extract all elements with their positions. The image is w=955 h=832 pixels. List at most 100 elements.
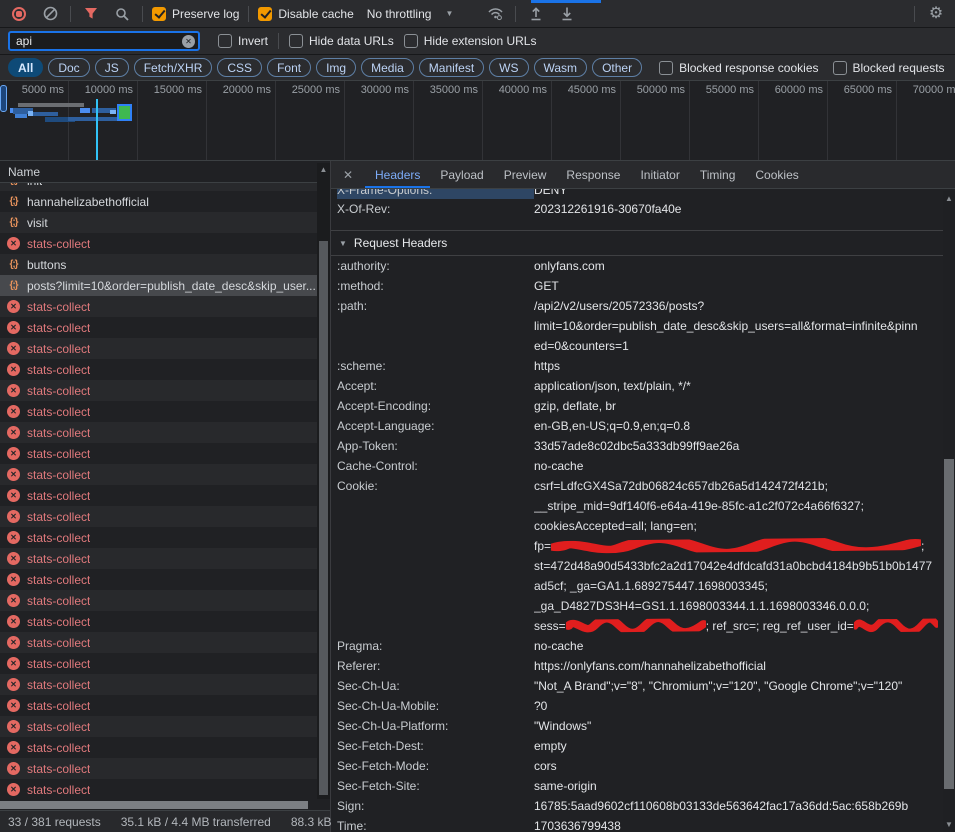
request-row[interactable]: stats-collect [0, 758, 330, 779]
scroll-down-icon[interactable]: ▼ [943, 820, 955, 829]
record-button[interactable] [8, 3, 30, 25]
request-row[interactable]: stats-collect [0, 737, 330, 758]
request-row[interactable]: posts?limit=10&order=publish_date_desc&s… [0, 275, 330, 296]
details-tab[interactable]: Cookies [745, 161, 808, 188]
type-filter-pill[interactable]: WS [489, 58, 528, 77]
request-row[interactable]: stats-collect [0, 527, 330, 548]
type-filter-pill[interactable]: JS [95, 58, 129, 77]
type-filter-pill[interactable]: Doc [48, 58, 89, 77]
request-type-icon [7, 594, 20, 607]
details-tab[interactable]: Headers [365, 161, 430, 188]
request-row[interactable]: stats-collect [0, 653, 330, 674]
request-row[interactable]: stats-collect [0, 485, 330, 506]
preserve-log-checkbox[interactable] [152, 7, 166, 21]
name-column-header[interactable]: Name [0, 161, 330, 183]
details-tab[interactable]: Initiator [630, 161, 689, 188]
request-row[interactable]: stats-collect [0, 296, 330, 317]
request-row[interactable]: init [0, 183, 330, 191]
clear-button[interactable] [39, 3, 61, 25]
details-tab[interactable]: Response [556, 161, 630, 188]
type-filter-pill[interactable]: Manifest [419, 58, 484, 77]
invert-checkbox[interactable] [218, 34, 232, 48]
header-row: Sec-Fetch-Mode: cors [331, 756, 955, 776]
request-row[interactable]: stats-collect [0, 317, 330, 338]
horizontal-scrollbar-thumb[interactable] [0, 801, 308, 809]
request-row[interactable]: stats-collect [0, 611, 330, 632]
request-row[interactable]: stats-collect [0, 422, 330, 443]
request-type-icon [7, 783, 20, 796]
blocked-cookies-checkbox[interactable] [659, 61, 673, 75]
horizontal-scrollbar[interactable] [0, 800, 330, 810]
filter-toggle-button[interactable] [80, 3, 102, 25]
import-har-button[interactable] [525, 3, 547, 25]
request-row[interactable]: stats-collect [0, 674, 330, 695]
request-name: stats-collect [27, 300, 90, 314]
request-row[interactable]: stats-collect [0, 590, 330, 611]
request-list-scrollbar-thumb[interactable] [319, 241, 328, 795]
header-name: Sign: [337, 796, 534, 816]
request-name: stats-collect [27, 426, 90, 440]
request-row[interactable]: buttons [0, 254, 330, 275]
request-row[interactable]: stats-collect [0, 359, 330, 380]
hide-extension-urls-checkbox[interactable] [404, 34, 418, 48]
request-row[interactable]: stats-collect [0, 779, 330, 800]
request-row[interactable]: hannahelizabethofficial [0, 191, 330, 212]
network-conditions-button[interactable] [484, 3, 506, 25]
request-name: stats-collect [27, 342, 90, 356]
request-list-scrollbar[interactable]: ▲ [317, 163, 330, 799]
overview-selection-handle[interactable] [0, 85, 7, 112]
network-overview-timeline[interactable]: 5000 ms10000 ms15000 ms20000 ms25000 ms3… [0, 81, 955, 161]
request-row[interactable]: stats-collect [0, 632, 330, 653]
type-filter-pill[interactable]: Fetch/XHR [134, 58, 213, 77]
request-row[interactable]: stats-collect [0, 548, 330, 569]
details-tab[interactable]: Payload [430, 161, 493, 188]
blocked-requests-checkbox[interactable] [833, 61, 847, 75]
request-row[interactable]: stats-collect [0, 380, 330, 401]
type-filter-pill[interactable]: Wasm [534, 58, 588, 77]
type-filter-pill[interactable]: All [8, 58, 43, 77]
toolbar-separator [515, 6, 516, 22]
request-row[interactable]: stats-collect [0, 569, 330, 590]
request-row[interactable]: stats-collect [0, 338, 330, 359]
close-icon: ✕ [343, 168, 353, 182]
request-row[interactable]: visit [0, 212, 330, 233]
toolbar-separator [70, 6, 71, 22]
header-row: X-Of-Rev: 202312261916-30670fa40e [331, 199, 955, 219]
header-name: :path: [337, 296, 534, 316]
request-row[interactable]: stats-collect [0, 695, 330, 716]
waterfall-bar [68, 117, 118, 121]
details-tab[interactable]: Timing [690, 161, 746, 188]
close-details-button[interactable]: ✕ [331, 161, 365, 188]
throttling-dropdown[interactable]: No throttling ▼ [363, 7, 458, 21]
details-tab[interactable]: Preview [494, 161, 557, 188]
export-har-button[interactable] [556, 3, 578, 25]
type-filter-pill[interactable]: Media [361, 58, 414, 77]
request-row[interactable]: stats-collect [0, 443, 330, 464]
request-row[interactable]: stats-collect [0, 716, 330, 737]
settings-button[interactable]: ⚙ [925, 3, 947, 25]
request-row[interactable]: stats-collect [0, 506, 330, 527]
header-row: Sec-Ch-Ua-Mobile: ?0 [331, 696, 955, 716]
filter-input[interactable] [8, 31, 200, 51]
request-row[interactable]: stats-collect [0, 401, 330, 422]
type-filter-pill[interactable]: Font [267, 58, 311, 77]
hide-data-urls-checkbox[interactable] [289, 34, 303, 48]
search-button[interactable] [111, 3, 133, 25]
details-scrollbar[interactable]: ▲ ▼ [943, 191, 955, 832]
details-scrollbar-thumb[interactable] [944, 459, 954, 789]
header-row: Sec-Ch-Ua-Platform: "Windows" [331, 716, 955, 736]
type-filter-pill[interactable]: CSS [217, 58, 262, 77]
scroll-up-icon[interactable]: ▲ [943, 194, 955, 203]
request-headers-section[interactable]: ▼ Request Headers [331, 230, 955, 256]
timeline-label: 55000 ms [690, 81, 759, 160]
request-row[interactable]: stats-collect [0, 464, 330, 485]
request-row[interactable]: stats-collect [0, 233, 330, 254]
request-type-icon [7, 657, 20, 670]
cookie-text: ; ref_src=; reg_ref_user_id= [706, 619, 854, 633]
disable-cache-checkbox[interactable] [258, 7, 272, 21]
scroll-up-icon[interactable]: ▲ [320, 163, 328, 177]
clear-filter-icon[interactable]: ✕ [182, 35, 195, 48]
type-filter-pill[interactable]: Img [316, 58, 356, 77]
request-name: stats-collect [27, 552, 90, 566]
type-filter-pill[interactable]: Other [592, 58, 642, 77]
